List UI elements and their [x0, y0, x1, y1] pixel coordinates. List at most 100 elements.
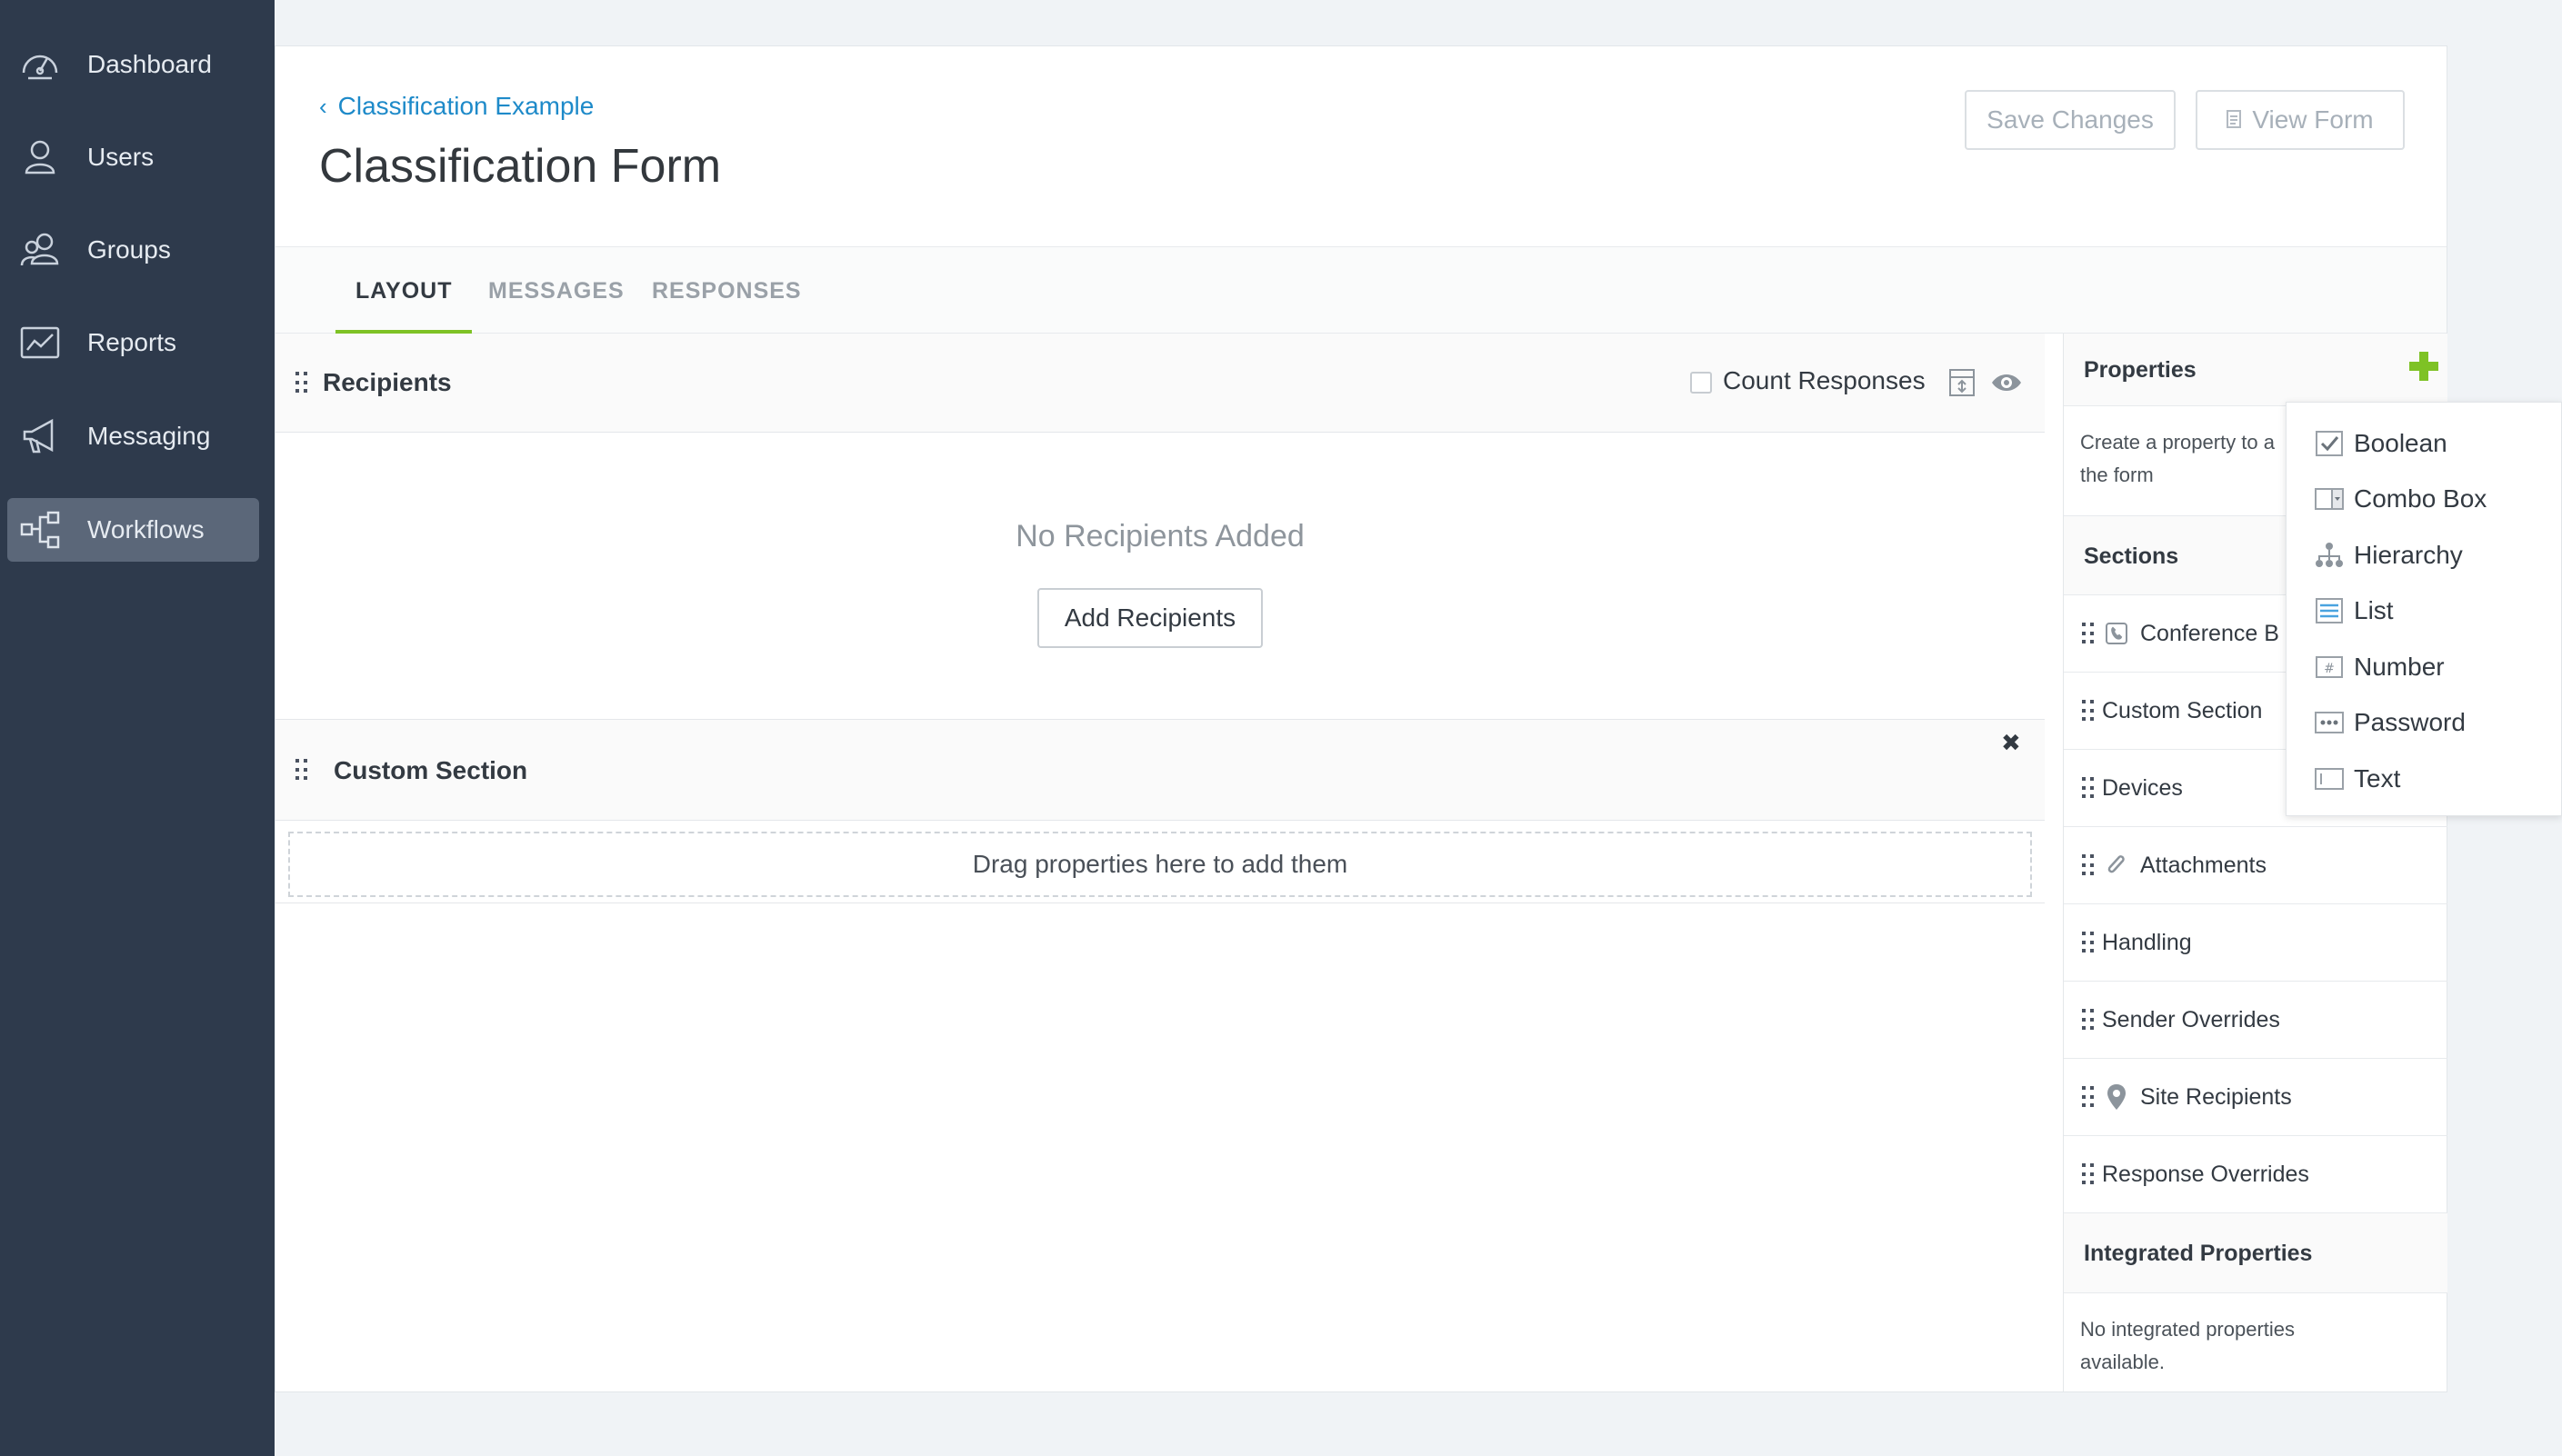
- integrated-properties-header: Integrated Properties: [2064, 1213, 2447, 1293]
- tab-responses[interactable]: RESPONSES: [652, 247, 802, 334]
- drag-handle-icon[interactable]: [2082, 1009, 2095, 1032]
- menu-item-label: Boolean: [2354, 429, 2447, 457]
- menu-item-label: Number: [2354, 653, 2445, 681]
- save-changes-button[interactable]: Save Changes: [1965, 90, 2176, 150]
- reports-icon: [18, 321, 62, 364]
- menu-item-number[interactable]: # Number: [2287, 641, 2562, 693]
- paperclip-icon: [2104, 853, 2129, 878]
- svg-text:#: #: [2324, 662, 2335, 676]
- sidebar-item-label: Groups: [87, 235, 171, 264]
- combobox-icon: [2314, 485, 2345, 513]
- groups-icon: [18, 228, 62, 272]
- menu-item-hierarchy[interactable]: Hierarchy: [2287, 529, 2562, 582]
- count-responses-checkbox[interactable]: [1690, 372, 1712, 394]
- menu-item-label: Combo Box: [2354, 484, 2487, 513]
- sections-title: Sections: [2084, 544, 2179, 569]
- add-recipients-button[interactable]: Add Recipients: [1037, 588, 1263, 648]
- dropzone-text: Drag properties here to add them: [972, 850, 1348, 878]
- section-item-label: Site Recipients: [2140, 1084, 2292, 1110]
- sidebar-item-dashboard[interactable]: Dashboard: [7, 33, 259, 96]
- custom-section-header: Custom Section ✖: [275, 719, 2045, 821]
- section-item-response-overrides[interactable]: Response Overrides: [2064, 1136, 2447, 1213]
- menu-item-text[interactable]: Text: [2287, 753, 2562, 805]
- menu-item-label: Text: [2354, 764, 2401, 793]
- menu-item-password[interactable]: Password: [2287, 696, 2562, 749]
- sidebar-nav: Dashboard Users Groups Reports Messaging…: [0, 0, 275, 1456]
- section-item-label: Handling: [2102, 930, 2192, 955]
- megaphone-icon: [18, 414, 62, 458]
- phone-icon: [2104, 621, 2129, 646]
- section-item-label: Attachments: [2140, 853, 2267, 878]
- properties-title: Properties: [2084, 357, 2197, 383]
- section-item-site-recipients[interactable]: Site Recipients: [2064, 1059, 2447, 1136]
- breadcrumb-link[interactable]: Classification Example: [338, 92, 595, 121]
- integrated-empty-line1: No integrated properties: [2080, 1318, 2296, 1341]
- number-icon: #: [2314, 653, 2345, 681]
- map-pin-icon: [2104, 1084, 2129, 1110]
- menu-item-list[interactable]: List: [2287, 584, 2562, 637]
- save-changes-label: Save Changes: [1987, 105, 2154, 134]
- form-editor-card: ‹ Classification Example Classification …: [275, 45, 2447, 1392]
- integrated-empty-line2: available.: [2080, 1351, 2165, 1373]
- hierarchy-icon: [2314, 542, 2345, 569]
- menu-item-label: Password: [2354, 708, 2466, 736]
- property-dropzone[interactable]: Drag properties here to add them: [288, 832, 2032, 897]
- recipients-section-header: Recipients Count Responses: [275, 334, 2045, 433]
- eye-icon[interactable]: [1990, 372, 2023, 398]
- chevron-left-icon: ‹: [319, 92, 327, 120]
- tab-messages[interactable]: MESSAGES: [488, 247, 625, 334]
- count-responses-label[interactable]: Count Responses: [1723, 366, 1926, 395]
- section-item-attachments[interactable]: Attachments: [2064, 827, 2447, 904]
- add-property-icon[interactable]: [2407, 350, 2440, 387]
- sidebar-item-label: Users: [87, 143, 155, 171]
- property-type-menu: Boolean Combo Box Hierarchy List # Numbe…: [2286, 402, 2562, 816]
- user-icon: [18, 135, 62, 179]
- drag-handle-icon[interactable]: [2082, 1086, 2095, 1110]
- tab-layout[interactable]: LAYOUT: [335, 247, 474, 334]
- view-form-button[interactable]: View Form: [2196, 90, 2405, 150]
- drag-handle-icon[interactable]: [2082, 854, 2095, 878]
- page-title: Classification Form: [319, 140, 722, 193]
- section-item-handling[interactable]: Handling: [2064, 904, 2447, 982]
- sidebar-item-label: Dashboard: [87, 50, 212, 78]
- menu-item-label: List: [2354, 596, 2394, 624]
- section-item-label: Conference B: [2140, 621, 2279, 646]
- drag-handle-icon[interactable]: [2082, 700, 2095, 723]
- layout-toggle-icon[interactable]: [1948, 368, 1976, 402]
- custom-section-title: Custom Section: [334, 756, 528, 784]
- sidebar-item-workflows[interactable]: Workflows: [7, 498, 259, 562]
- sidebar-item-label: Messaging: [87, 422, 211, 450]
- tab-bar: LAYOUT MESSAGES RESPONSES: [275, 246, 2447, 334]
- drag-handle-icon[interactable]: [2082, 932, 2095, 955]
- menu-item-label: Hierarchy: [2354, 541, 2463, 569]
- drag-handle-icon[interactable]: [2082, 777, 2095, 801]
- no-recipients-text: No Recipients Added: [1016, 519, 1305, 553]
- menu-item-combo-box[interactable]: Combo Box: [2287, 473, 2562, 525]
- section-item-label: Sender Overrides: [2102, 1007, 2280, 1032]
- text-field-icon: [2314, 765, 2345, 793]
- menu-item-boolean[interactable]: Boolean: [2287, 417, 2562, 470]
- sidebar-item-users[interactable]: Users: [7, 125, 259, 189]
- drag-handle-icon[interactable]: [295, 372, 308, 395]
- section-item-label: Response Overrides: [2102, 1162, 2309, 1187]
- sidebar-item-label: Reports: [87, 328, 177, 356]
- properties-description-line1: Create a property to a: [2080, 431, 2276, 454]
- list-icon: [2314, 597, 2345, 624]
- sidebar-item-label: Workflows: [87, 515, 205, 544]
- drag-handle-icon[interactable]: [2082, 623, 2095, 646]
- breadcrumb[interactable]: ‹ Classification Example: [319, 92, 594, 121]
- view-form-label: View Form: [2252, 105, 2374, 134]
- properties-header: Properties: [2064, 334, 2447, 406]
- sidebar-item-reports[interactable]: Reports: [7, 311, 259, 374]
- close-icon[interactable]: ✖: [2001, 729, 2021, 757]
- sidebar-item-groups[interactable]: Groups: [7, 218, 259, 282]
- password-icon: [2314, 709, 2345, 736]
- workflow-icon: [18, 508, 62, 552]
- drag-handle-icon[interactable]: [2082, 1163, 2095, 1187]
- section-item-sender-overrides[interactable]: Sender Overrides: [2064, 982, 2447, 1059]
- drag-handle-icon[interactable]: [295, 759, 308, 783]
- properties-description-line2: the form: [2080, 464, 2154, 486]
- sidebar-item-messaging[interactable]: Messaging: [7, 404, 259, 468]
- checkbox-icon: [2314, 430, 2345, 457]
- document-icon: [2227, 105, 2242, 135]
